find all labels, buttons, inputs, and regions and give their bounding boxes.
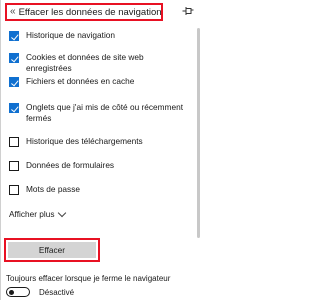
always-clear-toggle[interactable]	[6, 287, 30, 297]
show-more-link[interactable]: Afficher plus	[9, 208, 66, 219]
panel-header: « Effacer les données de navigation	[5, 3, 163, 21]
option-cache[interactable]: Fichiers et données en cache	[9, 76, 189, 87]
checkbox-passwords[interactable]	[9, 185, 19, 195]
checkbox-tabs[interactable]	[9, 103, 19, 113]
option-label: Historique des téléchargements	[26, 136, 143, 146]
option-label: Onglets que j'ai mis de côté ou récemmen…	[26, 102, 183, 123]
clear-button[interactable]: Effacer	[8, 242, 96, 258]
chevron-down-icon	[57, 208, 66, 217]
clear-button-highlight: Effacer	[4, 238, 100, 262]
clear-browsing-data-panel: « Effacer les données de navigation Hist…	[0, 0, 201, 300]
checkbox-cache[interactable]	[9, 77, 19, 87]
toggle-knob	[9, 289, 14, 295]
back-chevron-icon[interactable]: «	[10, 7, 16, 17]
option-cookies[interactable]: Cookies et données de site web enregistr…	[9, 52, 189, 74]
option-download-history[interactable]: Historique des téléchargements	[9, 136, 189, 147]
option-label: Données de formulaires	[26, 160, 115, 170]
pin-icon[interactable]	[182, 6, 194, 16]
option-label: Mots de passe	[26, 184, 80, 194]
checkbox-download-history[interactable]	[9, 137, 19, 147]
option-passwords[interactable]: Mots de passe	[9, 184, 189, 195]
option-form-data[interactable]: Données de formulaires	[9, 160, 189, 171]
always-clear-label: Toujours effacer lorsque je ferme le nav…	[6, 274, 171, 283]
panel-title: Effacer les données de navigation	[18, 6, 162, 18]
checkbox-browsing-history[interactable]	[9, 31, 19, 41]
scrollbar[interactable]	[197, 28, 200, 238]
checkbox-form-data[interactable]	[9, 161, 19, 171]
checkbox-cookies[interactable]	[9, 53, 19, 63]
option-browsing-history[interactable]: Historique de navigation	[9, 30, 189, 41]
always-clear-toggle-row: Désactivé	[6, 287, 74, 297]
option-tabs[interactable]: Onglets que j'ai mis de côté ou récemmen…	[9, 102, 189, 124]
show-more-label: Afficher plus	[9, 209, 55, 219]
option-label: Historique de navigation	[26, 30, 116, 40]
option-label: Fichiers et données en cache	[26, 76, 135, 86]
option-label: Cookies et données de site web enregistr…	[26, 52, 144, 73]
toggle-state-label: Désactivé	[39, 287, 75, 297]
